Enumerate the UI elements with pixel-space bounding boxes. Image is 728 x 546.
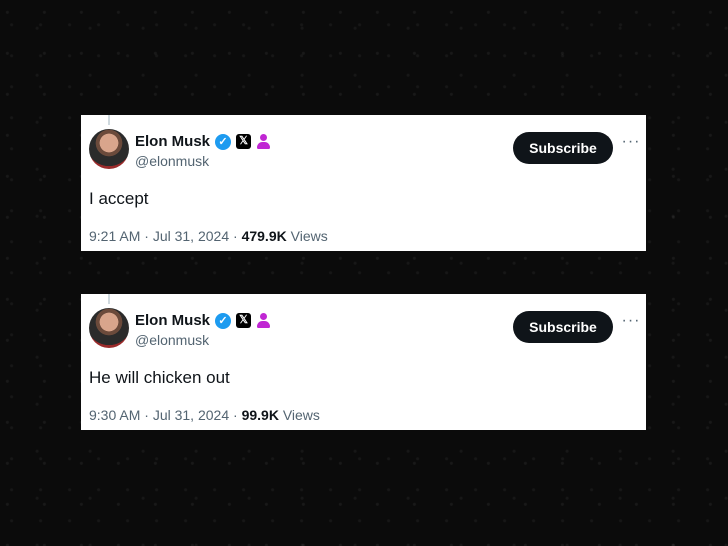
x-logo-icon: 𝕏	[236, 313, 252, 328]
tweet-time[interactable]: 9:30 AM	[89, 407, 140, 423]
views-label: Views	[290, 228, 328, 244]
meta-separator: ·	[144, 228, 149, 244]
affiliate-person-icon	[256, 134, 271, 149]
tweet-card[interactable]: Elon Musk ✓ 𝕏 @elonmusk Subscribe ··· He…	[81, 294, 646, 430]
tweet-date[interactable]: Jul 31, 2024	[153, 228, 229, 244]
tweet-meta: 9:21 AM · Jul 31, 2024 · 479.9K Views	[89, 228, 328, 244]
thread-line	[108, 115, 110, 125]
avatar[interactable]	[89, 129, 129, 169]
more-options-icon[interactable]: ···	[621, 134, 641, 155]
affiliate-person-icon	[256, 313, 271, 328]
tweet-time[interactable]: 9:21 AM	[89, 228, 140, 244]
meta-separator: ·	[233, 407, 238, 423]
verified-check-icon: ✓	[215, 312, 232, 329]
author-handle[interactable]: @elonmusk	[135, 332, 209, 348]
author-name[interactable]: Elon Musk	[135, 312, 210, 329]
avatar[interactable]	[89, 308, 129, 348]
x-logo-icon: 𝕏	[236, 134, 252, 149]
author-row: Elon Musk ✓ 𝕏	[135, 312, 271, 329]
author-handle[interactable]: @elonmusk	[135, 153, 209, 169]
subscribe-button[interactable]: Subscribe	[513, 311, 613, 343]
views-label: Views	[282, 407, 320, 423]
meta-separator: ·	[233, 228, 238, 244]
more-options-icon[interactable]: ···	[621, 313, 641, 334]
meta-separator: ·	[144, 407, 149, 423]
tweet-card[interactable]: Elon Musk ✓ 𝕏 @elonmusk Subscribe ··· I …	[81, 115, 646, 251]
subscribe-button[interactable]: Subscribe	[513, 132, 613, 164]
author-row: Elon Musk ✓ 𝕏	[135, 133, 271, 150]
author-name[interactable]: Elon Musk	[135, 133, 210, 150]
tweet-meta: 9:30 AM · Jul 31, 2024 · 99.9K Views	[89, 407, 320, 423]
views-count: 99.9K	[241, 407, 279, 423]
tweet-date[interactable]: Jul 31, 2024	[153, 407, 229, 423]
background	[0, 0, 728, 546]
verified-check-icon: ✓	[215, 133, 232, 150]
thread-line	[108, 294, 110, 304]
tweet-text: I accept	[89, 189, 149, 208]
tweet-text: He will chicken out	[89, 368, 230, 387]
views-count: 479.9K	[241, 228, 287, 244]
